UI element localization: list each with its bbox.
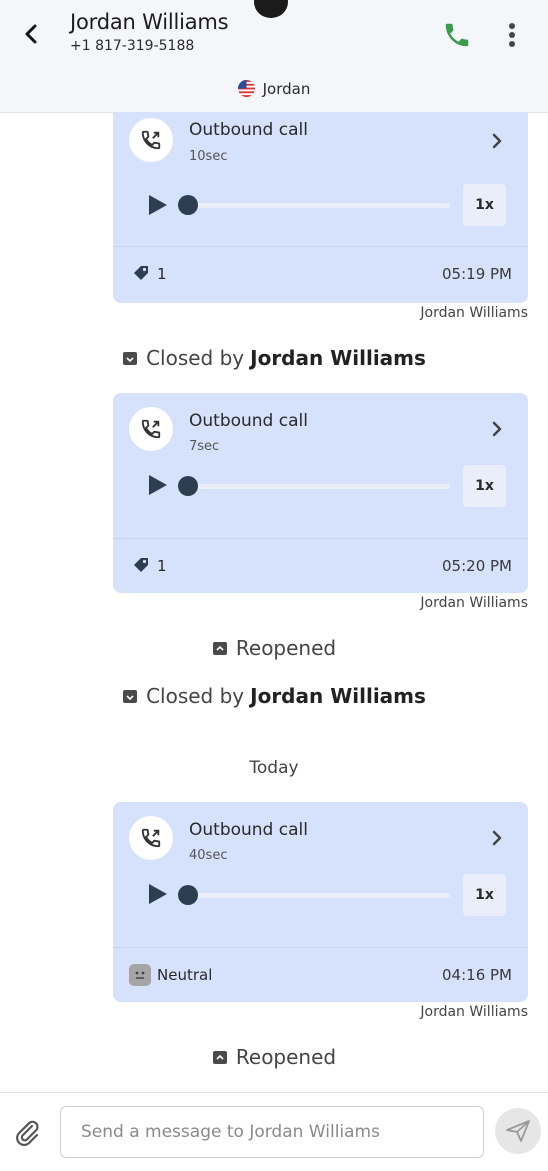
audio-progress-handle[interactable] — [178, 195, 198, 215]
chevron-right-icon[interactable] — [490, 421, 504, 437]
message-sender: Jordan Williams — [420, 595, 528, 611]
message-sender: Jordan Williams — [420, 1004, 528, 1020]
date-separator: Today — [249, 758, 299, 778]
message-time: 05:20 PM — [442, 557, 512, 575]
tag-count: 1 — [157, 265, 167, 283]
archive-icon — [123, 690, 138, 703]
playback-speed-button[interactable]: 1x — [463, 874, 506, 916]
us-flag-icon — [237, 80, 255, 97]
outbound-call-icon — [141, 828, 161, 848]
more-options-icon[interactable] — [500, 20, 524, 50]
message-sender: Jordan Williams — [420, 305, 528, 321]
conversation-header: Jordan Williams +1 817-319-5188 Jordan — [0, 0, 548, 113]
call-avatar — [129, 407, 173, 451]
message-composer — [0, 1092, 548, 1171]
chevron-right-icon[interactable] — [490, 830, 504, 846]
sentiment-label: Neutral — [157, 966, 213, 984]
camera-cutout — [254, 0, 288, 18]
message-time: 05:19 PM — [442, 265, 512, 283]
neutral-face-icon — [129, 964, 151, 986]
audio-progress-handle[interactable] — [178, 476, 198, 496]
send-icon — [506, 1120, 530, 1142]
contact-name: Jordan Williams — [70, 10, 229, 34]
call-card-footer: 1 05:20 PM — [113, 538, 528, 593]
closed-event-prefix: Closed by — [146, 684, 245, 708]
channel-selector[interactable]: Jordan — [0, 80, 548, 98]
audio-progress-track[interactable] — [188, 484, 450, 489]
chevron-right-icon[interactable] — [490, 133, 504, 149]
call-title: Outbound call — [189, 120, 308, 140]
back-arrow-icon[interactable] — [18, 20, 46, 48]
play-icon[interactable] — [147, 882, 169, 906]
reopened-label: Reopened — [235, 1045, 337, 1069]
reopened-label: Reopened — [235, 636, 337, 660]
tag-icon[interactable] — [132, 264, 150, 282]
call-duration: 10sec — [189, 149, 228, 164]
call-title: Outbound call — [189, 820, 308, 840]
channel-label: Jordan — [262, 80, 311, 98]
closed-by-name: Jordan Williams — [250, 346, 426, 370]
closed-event: Closed by Jordan Williams — [0, 684, 548, 709]
send-button[interactable] — [495, 1108, 541, 1154]
playback-speed-button[interactable]: 1x — [463, 184, 506, 226]
closed-by-name: Jordan Williams — [250, 684, 426, 708]
tag-icon[interactable] — [132, 556, 150, 574]
message-time: 04:16 PM — [442, 966, 512, 984]
call-avatar — [129, 118, 173, 162]
audio-progress-handle[interactable] — [178, 885, 198, 905]
play-icon[interactable] — [147, 473, 169, 497]
call-card[interactable]: Outbound call 10sec 1x 1 05:19 PM — [113, 112, 528, 303]
play-icon[interactable] — [147, 193, 169, 217]
call-card[interactable]: Outbound call 40sec 1x Neutral 04:16 PM — [113, 802, 528, 1002]
tag-count: 1 — [157, 557, 167, 575]
call-card-footer: Neutral 04:16 PM — [113, 947, 528, 1002]
outbound-call-icon — [141, 419, 161, 439]
closed-event-prefix: Closed by — [146, 346, 245, 370]
unarchive-icon — [212, 1051, 227, 1064]
call-title: Outbound call — [189, 411, 308, 431]
message-input[interactable] — [60, 1106, 484, 1158]
audio-progress-track[interactable] — [188, 893, 450, 898]
reopened-event: Reopened — [0, 636, 548, 661]
contact-phone: +1 817-319-5188 — [70, 38, 195, 54]
playback-speed-button[interactable]: 1x — [463, 465, 506, 507]
unarchive-icon — [212, 642, 227, 655]
call-avatar — [129, 816, 173, 860]
call-card[interactable]: Outbound call 7sec 1x 1 05:20 PM — [113, 393, 528, 593]
call-duration: 7sec — [189, 439, 220, 454]
archive-icon — [123, 352, 138, 365]
call-duration: 40sec — [189, 848, 228, 863]
reopened-event: Reopened — [0, 1045, 548, 1070]
call-card-footer: 1 05:19 PM — [113, 246, 528, 303]
outbound-call-icon — [141, 130, 161, 150]
paperclip-icon[interactable] — [12, 1117, 42, 1147]
audio-progress-track[interactable] — [188, 203, 450, 208]
closed-event: Closed by Jordan Williams — [0, 346, 548, 371]
phone-icon[interactable] — [442, 20, 472, 50]
